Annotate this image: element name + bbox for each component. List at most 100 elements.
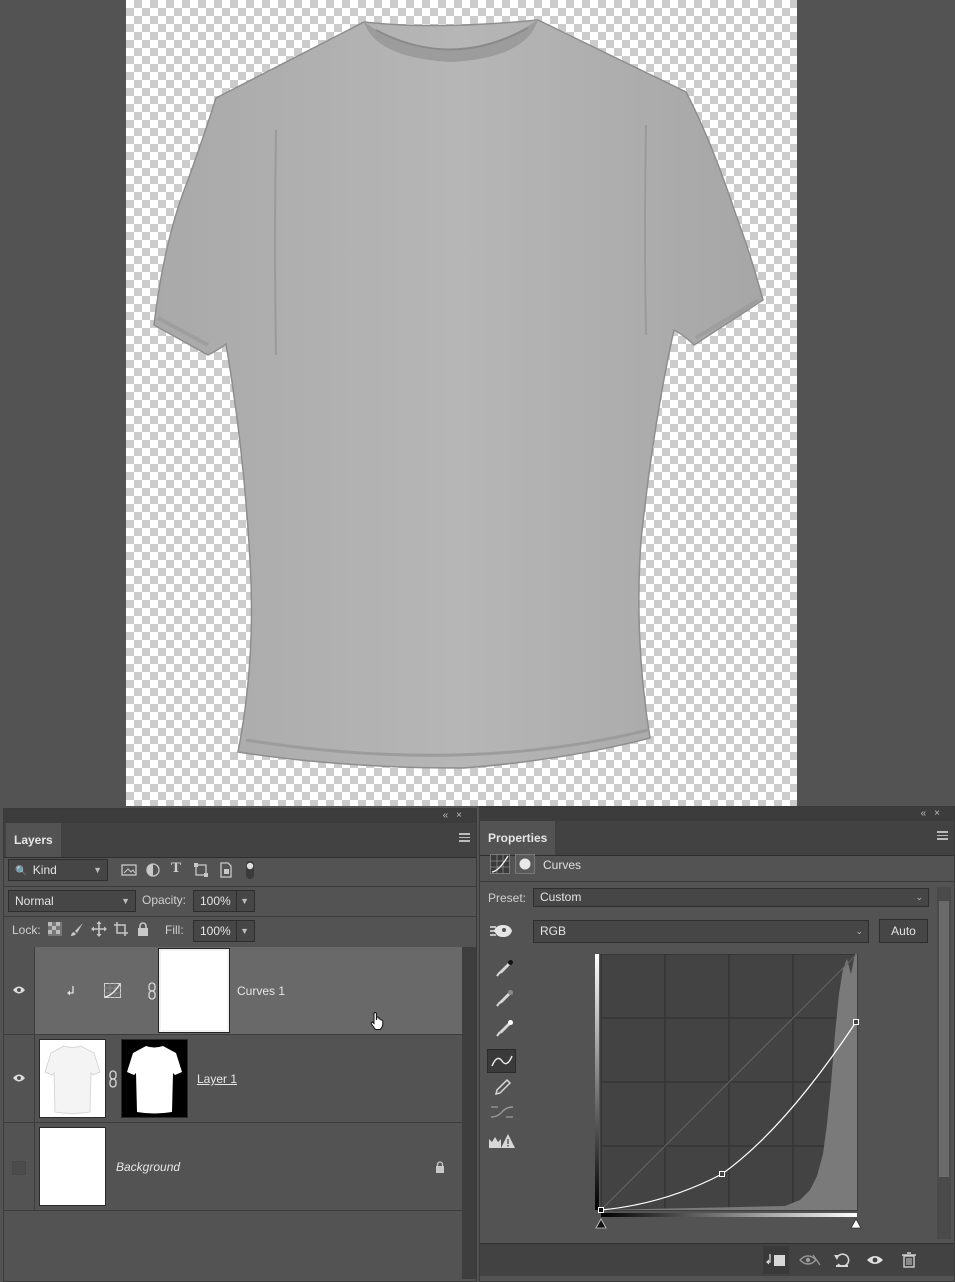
lock-transparent-pixels-icon[interactable] xyxy=(48,922,62,936)
tshirt-image xyxy=(153,19,764,769)
pencil-draw-icon[interactable] xyxy=(493,1077,513,1097)
panel-menu-icon[interactable] xyxy=(937,831,948,840)
layer-mask-thumbnail[interactable] xyxy=(121,1039,188,1118)
lock-all-icon[interactable] xyxy=(135,921,151,937)
curve-points-icon xyxy=(491,1055,513,1067)
toggle-layer-visibility-button[interactable] xyxy=(862,1246,888,1274)
output-gradient-bar xyxy=(595,954,599,1210)
black-point-eyedropper-icon[interactable] xyxy=(495,958,515,978)
layers-panel-titlebar: «× xyxy=(4,809,476,823)
search-icon: 🔍 xyxy=(15,866,28,877)
delete-adjustment-button[interactable] xyxy=(896,1246,922,1274)
lock-artboard-crop-icon[interactable] xyxy=(113,921,129,937)
white-point-eyedropper-icon[interactable] xyxy=(495,1018,515,1038)
panel-collapse-close-icons[interactable]: «× xyxy=(921,807,948,821)
smooth-curve-icon[interactable] xyxy=(490,1103,514,1121)
properties-tab-row: Properties xyxy=(480,821,954,856)
chain-link-icon[interactable] xyxy=(147,982,157,1000)
preset-dropdown[interactable]: Custom ⌄ xyxy=(533,888,929,907)
document-canvas[interactable] xyxy=(126,0,797,806)
curves-adjustment-icon[interactable] xyxy=(490,854,510,874)
eye-icon xyxy=(13,1074,25,1082)
hidden-visibility-box xyxy=(12,1161,26,1175)
curve-control-point[interactable] xyxy=(719,1171,725,1177)
shape-filter-icon[interactable] xyxy=(193,862,209,878)
chevron-down-icon[interactable]: ▼ xyxy=(236,921,249,941)
clip-to-layer-button[interactable] xyxy=(763,1246,789,1274)
trash-icon xyxy=(902,1252,916,1268)
layer-mask-thumbnail[interactable] xyxy=(158,948,230,1033)
edit-points-curve-tool[interactable] xyxy=(487,1049,516,1073)
tshirt-mask-image xyxy=(127,1046,182,1114)
clipping-warning-icon[interactable] xyxy=(488,1133,516,1149)
curve-control-point[interactable] xyxy=(598,1207,604,1213)
properties-scrollbar[interactable] xyxy=(937,887,951,1239)
visibility-toggle[interactable] xyxy=(4,1035,35,1122)
chevron-down-icon: ⌄ xyxy=(855,926,863,936)
properties-panel-titlebar: «× xyxy=(480,807,954,821)
auto-button[interactable]: Auto xyxy=(879,919,928,943)
reset-adjustment-button[interactable] xyxy=(829,1246,855,1274)
chevron-down-icon: ▼ xyxy=(121,896,130,906)
eye-icon xyxy=(13,986,25,994)
blend-mode-value: Normal xyxy=(15,894,54,908)
layers-scrollbar[interactable] xyxy=(462,947,476,1279)
layer-name[interactable]: Curves 1 xyxy=(237,984,285,998)
layer-row-background[interactable]: Background xyxy=(4,1123,462,1211)
eye-previous-state-icon xyxy=(799,1254,821,1266)
gray-point-eyedropper-icon[interactable] xyxy=(495,988,515,1008)
fill-label: Fill: xyxy=(165,923,184,937)
smart-object-filter-icon[interactable] xyxy=(218,862,234,878)
mask-icon[interactable] xyxy=(515,854,535,874)
adjustment-filter-icon[interactable] xyxy=(145,862,161,878)
tshirt-thumbnail-image xyxy=(44,1045,101,1114)
visibility-toggle[interactable] xyxy=(4,1123,35,1210)
filter-toggle-icon[interactable] xyxy=(243,860,257,880)
lock-position-move-icon[interactable] xyxy=(91,921,107,937)
panel-collapse-close-icons[interactable]: «× xyxy=(443,809,470,823)
opacity-field[interactable]: 100% ▼ xyxy=(193,890,255,912)
visibility-toggle[interactable] xyxy=(4,947,35,1034)
curve-control-point[interactable] xyxy=(853,1019,859,1025)
tab-properties[interactable]: Properties xyxy=(480,821,556,855)
preset-value: Custom xyxy=(540,890,582,904)
clip-to-layer-icon xyxy=(766,1254,785,1266)
adjustment-title: Curves xyxy=(543,858,582,872)
lock-image-pixels-brush-icon[interactable] xyxy=(69,921,85,937)
preset-label: Preset: xyxy=(488,891,527,905)
layer-name[interactable]: Background xyxy=(116,1160,180,1174)
eye-icon xyxy=(867,1256,883,1264)
layers-tab-row: Layers xyxy=(4,823,476,858)
chevron-down-icon[interactable]: ▼ xyxy=(236,891,249,911)
layer-filter-dropdown[interactable]: 🔍 Kind ▼ xyxy=(8,859,108,881)
panel-menu-icon[interactable] xyxy=(459,833,470,842)
type-filter-icon[interactable]: T xyxy=(171,860,181,877)
chevron-down-icon: ▼ xyxy=(93,865,102,875)
lock-icon xyxy=(436,1161,444,1173)
properties-panel: «× Properties Curves Preset: Custom ⌄ RG… xyxy=(479,806,955,1282)
layer-row-layer-1[interactable]: Layer 1 xyxy=(4,1035,462,1123)
chain-link-icon[interactable] xyxy=(108,1070,118,1088)
layer-thumbnail[interactable] xyxy=(39,1127,106,1206)
scrollbar-thumb[interactable] xyxy=(939,901,949,1177)
blend-mode-dropdown[interactable]: Normal ▼ xyxy=(8,890,136,912)
input-gradient-bar xyxy=(601,1213,857,1217)
hand-cursor-icon xyxy=(370,1012,384,1030)
layer-name[interactable]: Layer 1 xyxy=(197,1072,237,1086)
view-previous-state-button[interactable] xyxy=(797,1246,823,1274)
fill-field[interactable]: 100% ▼ xyxy=(193,920,255,942)
image-filter-icon[interactable] xyxy=(121,862,137,878)
layer-row-curves-1[interactable]: Curves 1 xyxy=(4,947,462,1035)
lock-label: Lock: xyxy=(12,923,41,937)
curves-graph[interactable] xyxy=(595,954,865,1230)
channel-dropdown[interactable]: RGB ⌄ xyxy=(533,920,869,943)
layer-thumbnail[interactable] xyxy=(39,1039,106,1118)
tab-layers[interactable]: Layers xyxy=(6,823,61,857)
black-input-slider[interactable] xyxy=(595,1218,607,1229)
filter-kind-label: Kind xyxy=(32,863,57,877)
on-image-adjustment-hand-icon[interactable] xyxy=(490,921,516,941)
white-input-slider[interactable] xyxy=(850,1218,862,1229)
channel-value: RGB xyxy=(540,924,567,938)
properties-footer xyxy=(480,1243,954,1276)
opacity-label: Opacity: xyxy=(142,893,187,907)
